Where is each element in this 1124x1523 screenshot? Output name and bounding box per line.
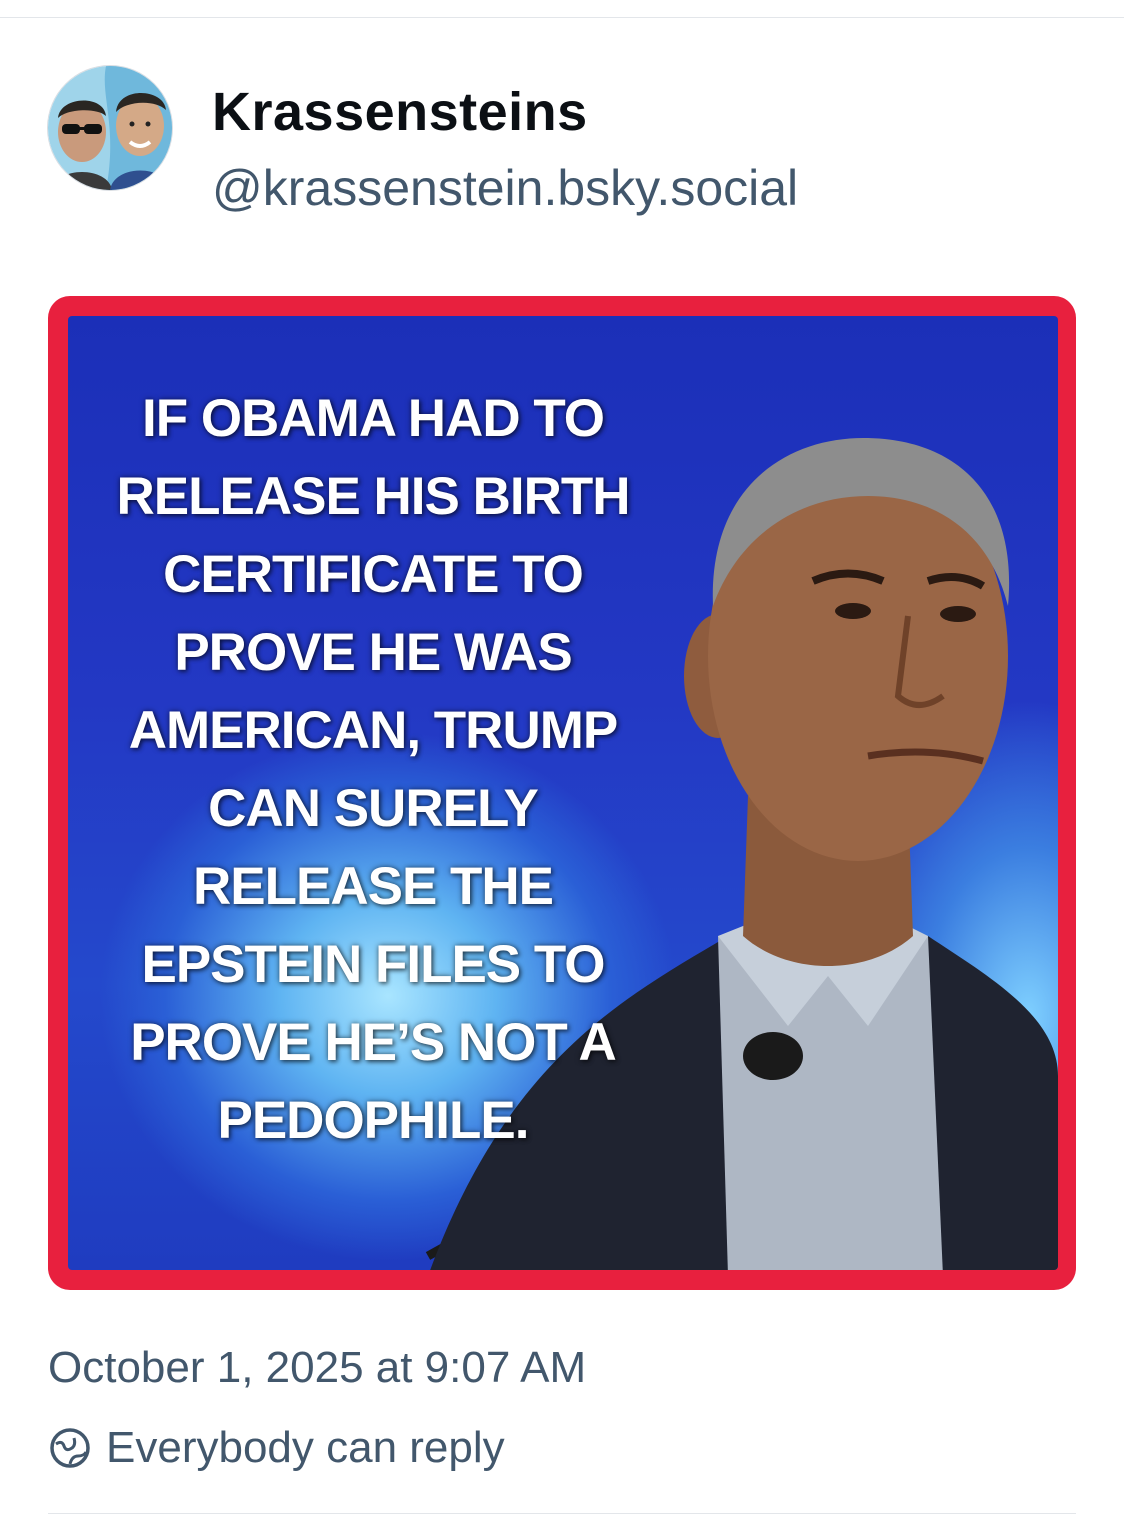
image-caption-line: PROVE HE’S NOT A [130, 1013, 617, 1072]
image-caption-line: AMERICAN, TRUMP [128, 701, 618, 760]
post-image[interactable]: IF OBAMA HAD TO RELEASE HIS BIRTH CERTIF… [48, 296, 1076, 1290]
image-caption-line: PROVE HE WAS [174, 623, 572, 682]
top-divider [0, 17, 1124, 18]
image-caption-line: CERTIFICATE TO [163, 545, 584, 604]
author-handle[interactable]: @krassenstein.bsky.social [212, 160, 798, 216]
globe-icon [48, 1426, 92, 1470]
image-caption-text: IF OBAMA HAD TO RELEASE HIS BIRTH CERTIF… [68, 380, 678, 1160]
bottom-divider [48, 1513, 1076, 1514]
reply-setting-label: Everybody can reply [106, 1423, 505, 1472]
post-timestamp: October 1, 2025 at 9:07 AM [48, 1343, 587, 1392]
avatar[interactable] [48, 66, 172, 190]
image-caption-line: EPSTEIN FILES TO [141, 935, 605, 994]
image-caption-line: RELEASE HIS BIRTH [116, 467, 630, 526]
reply-setting: Everybody can reply [48, 1420, 505, 1476]
image-caption-line: PEDOPHILE. [217, 1091, 529, 1150]
avatar-two-men-icon [48, 66, 172, 190]
image-caption-line: CAN SURELY [208, 779, 539, 838]
image-caption-line: RELEASE THE [192, 857, 554, 916]
author-info: Krassensteins @krassenstein.bsky.social [212, 66, 798, 216]
post-header: Krassensteins @krassenstein.bsky.social [48, 66, 798, 216]
author-display-name[interactable]: Krassensteins [212, 82, 798, 142]
post-image-content: IF OBAMA HAD TO RELEASE HIS BIRTH CERTIF… [68, 316, 1058, 1270]
image-caption-line: IF OBAMA HAD TO [142, 389, 605, 448]
